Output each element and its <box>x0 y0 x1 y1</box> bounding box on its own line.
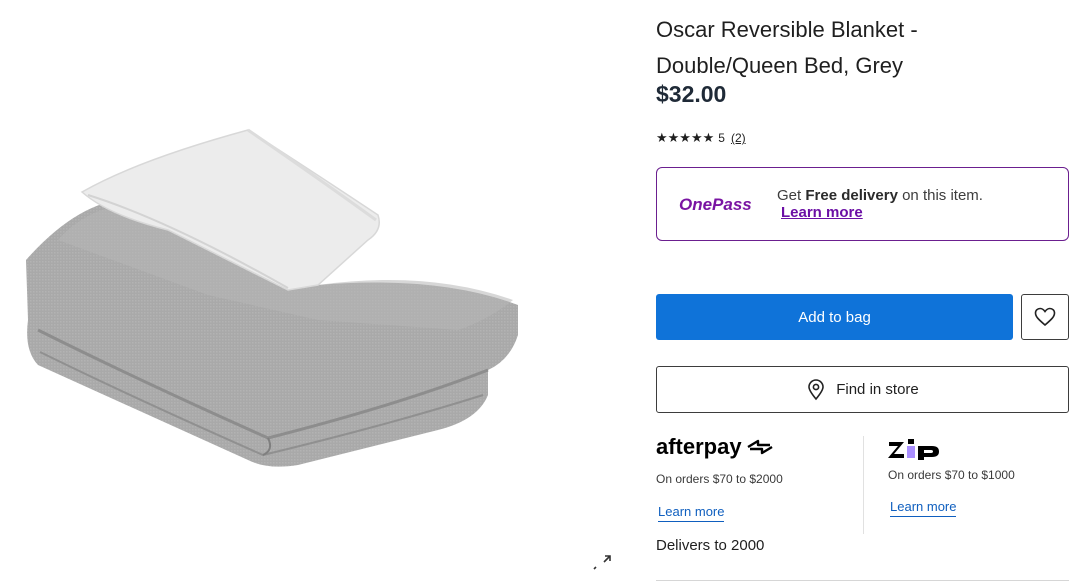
expand-image-icon[interactable] <box>591 552 613 574</box>
zip-learn-more-link[interactable]: Learn more <box>890 499 957 517</box>
onepass-text-prefix: Get <box>777 187 806 204</box>
onepass-banner: OnePass Get Free delivery on this item. … <box>656 167 1069 241</box>
onepass-text-suffix: on this item. <box>897 187 983 204</box>
zip-terms: On orders $70 to $1000 <box>888 468 1015 482</box>
zip-logo <box>888 439 939 460</box>
product-title-line-2: Double/Queen Bed, Grey <box>656 53 904 78</box>
rating-value: 5 <box>718 131 725 145</box>
add-to-bag-button[interactable]: Add to bag <box>656 294 1013 340</box>
onepass-free-delivery: Free delivery <box>805 187 898 204</box>
section-divider <box>656 580 1069 581</box>
product-image <box>26 128 518 467</box>
afterpay-logo-text: afterpay <box>656 434 742 459</box>
onepass-logo: OnePass <box>679 195 752 214</box>
product-title: Oscar Reversible Blanket - Double/Queen … <box>656 12 1066 84</box>
afterpay-terms: On orders $70 to $2000 <box>656 472 783 486</box>
delivery-location[interactable]: Delivers to 2000 <box>656 537 764 554</box>
afterpay-logo: afterpay <box>656 434 776 460</box>
wishlist-button[interactable] <box>1021 294 1069 340</box>
find-in-store-button[interactable]: Find in store <box>656 366 1069 413</box>
payment-divider <box>863 436 864 534</box>
product-price: $32.00 <box>656 81 727 107</box>
review-count-link[interactable]: (2) <box>731 131 746 145</box>
product-rating: ★★★★★ 5 (2) <box>656 130 746 146</box>
heart-icon <box>1034 307 1056 327</box>
onepass-learn-more-link[interactable]: Learn more <box>781 204 863 221</box>
product-title-line-1: Oscar Reversible Blanket - <box>656 17 918 42</box>
location-pin-icon <box>808 378 825 400</box>
star-rating-icon: ★★★★★ <box>656 130 715 145</box>
afterpay-learn-more-link[interactable]: Learn more <box>658 504 725 522</box>
onepass-text: Get Free delivery on this item. Learn mo… <box>777 187 1017 221</box>
afterpay-arrows-icon <box>746 439 773 455</box>
find-in-store-label: Find in store <box>836 381 919 398</box>
